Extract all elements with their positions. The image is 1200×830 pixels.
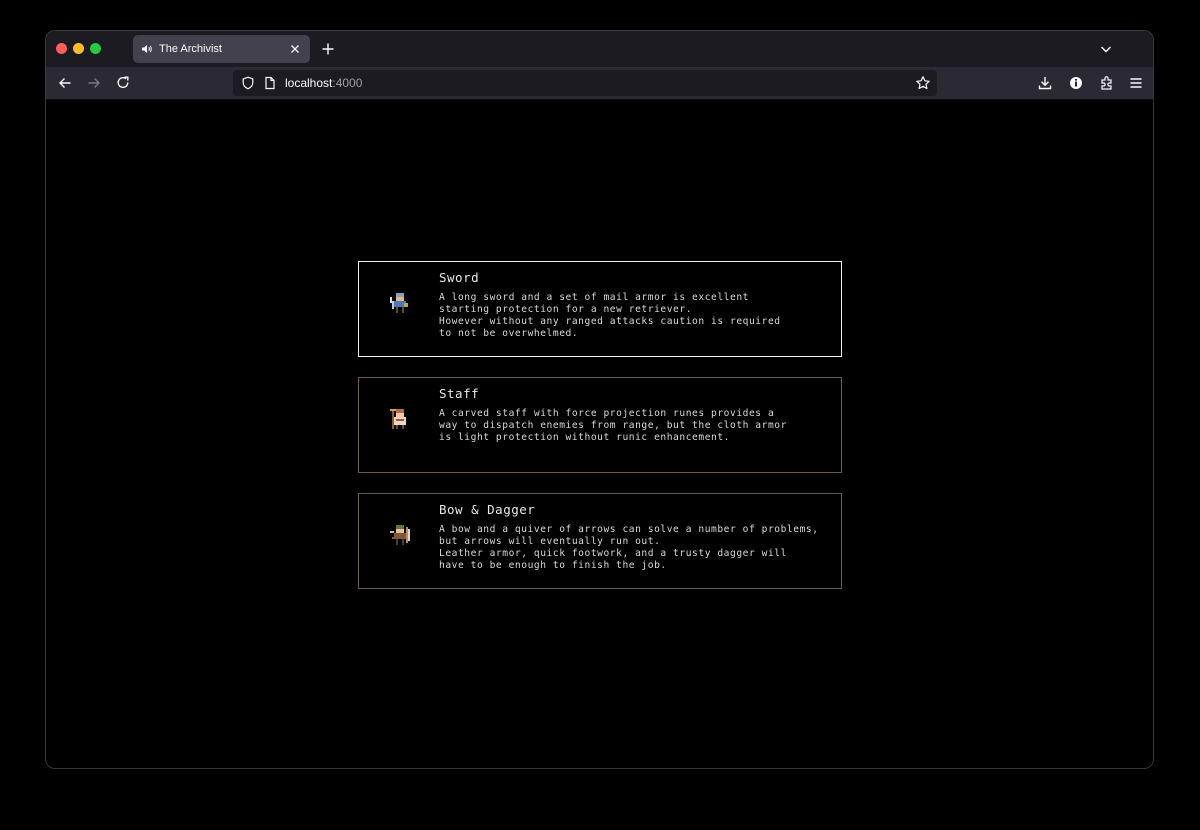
browser-tab[interactable]: The Archivist (133, 35, 310, 63)
download-icon[interactable] (1037, 75, 1053, 91)
url-port: :4000 (332, 76, 363, 90)
browser-window: The Archivist localhost:4000 Sword A lo… (45, 30, 1154, 769)
url-bar[interactable]: localhost:4000 (233, 70, 937, 96)
tab-bar: The Archivist (46, 31, 1153, 67)
hamburger-menu-icon[interactable] (1128, 75, 1144, 91)
minimize-window-button[interactable] (73, 43, 84, 54)
class-description: A carved staff with force projection run… (439, 408, 787, 443)
game-content: Sword A long sword and a set of mail arm… (46, 100, 1153, 768)
page-icon (265, 76, 275, 90)
reload-icon[interactable] (115, 75, 131, 91)
info-icon[interactable] (1068, 75, 1084, 91)
back-arrow-icon[interactable] (57, 75, 73, 91)
staff-mage-sprite (390, 409, 406, 429)
puzzle-icon[interactable] (1099, 75, 1115, 91)
shield-icon[interactable] (241, 76, 255, 90)
class-option-bow-dagger[interactable]: Bow & Dagger A bow and a quiver of arrow… (358, 493, 842, 589)
class-option-sword[interactable]: Sword A long sword and a set of mail arm… (358, 261, 842, 357)
class-option-staff[interactable]: Staff A carved staff with force projecti… (358, 377, 842, 473)
bow-ranger-sprite (390, 525, 410, 545)
forward-arrow-icon[interactable] (86, 75, 102, 91)
class-description: A bow and a quiver of arrows can solve a… (439, 524, 819, 571)
chevron-down-icon[interactable] (1099, 42, 1113, 56)
navigation-toolbar: localhost:4000 (46, 67, 1153, 100)
class-description: A long sword and a set of mail armor is … (439, 292, 781, 339)
class-title: Staff (439, 386, 480, 401)
class-title: Bow & Dagger (439, 502, 536, 517)
speaker-icon[interactable] (141, 43, 153, 55)
close-icon[interactable] (288, 42, 302, 56)
url-host: localhost (285, 76, 333, 90)
tab-title: The Archivist (159, 43, 222, 55)
plus-icon[interactable] (320, 41, 336, 57)
class-title: Sword (439, 270, 480, 285)
star-icon[interactable] (915, 75, 931, 91)
sword-warrior-sprite (390, 293, 408, 313)
close-window-button[interactable] (56, 43, 67, 54)
maximize-window-button[interactable] (90, 43, 101, 54)
